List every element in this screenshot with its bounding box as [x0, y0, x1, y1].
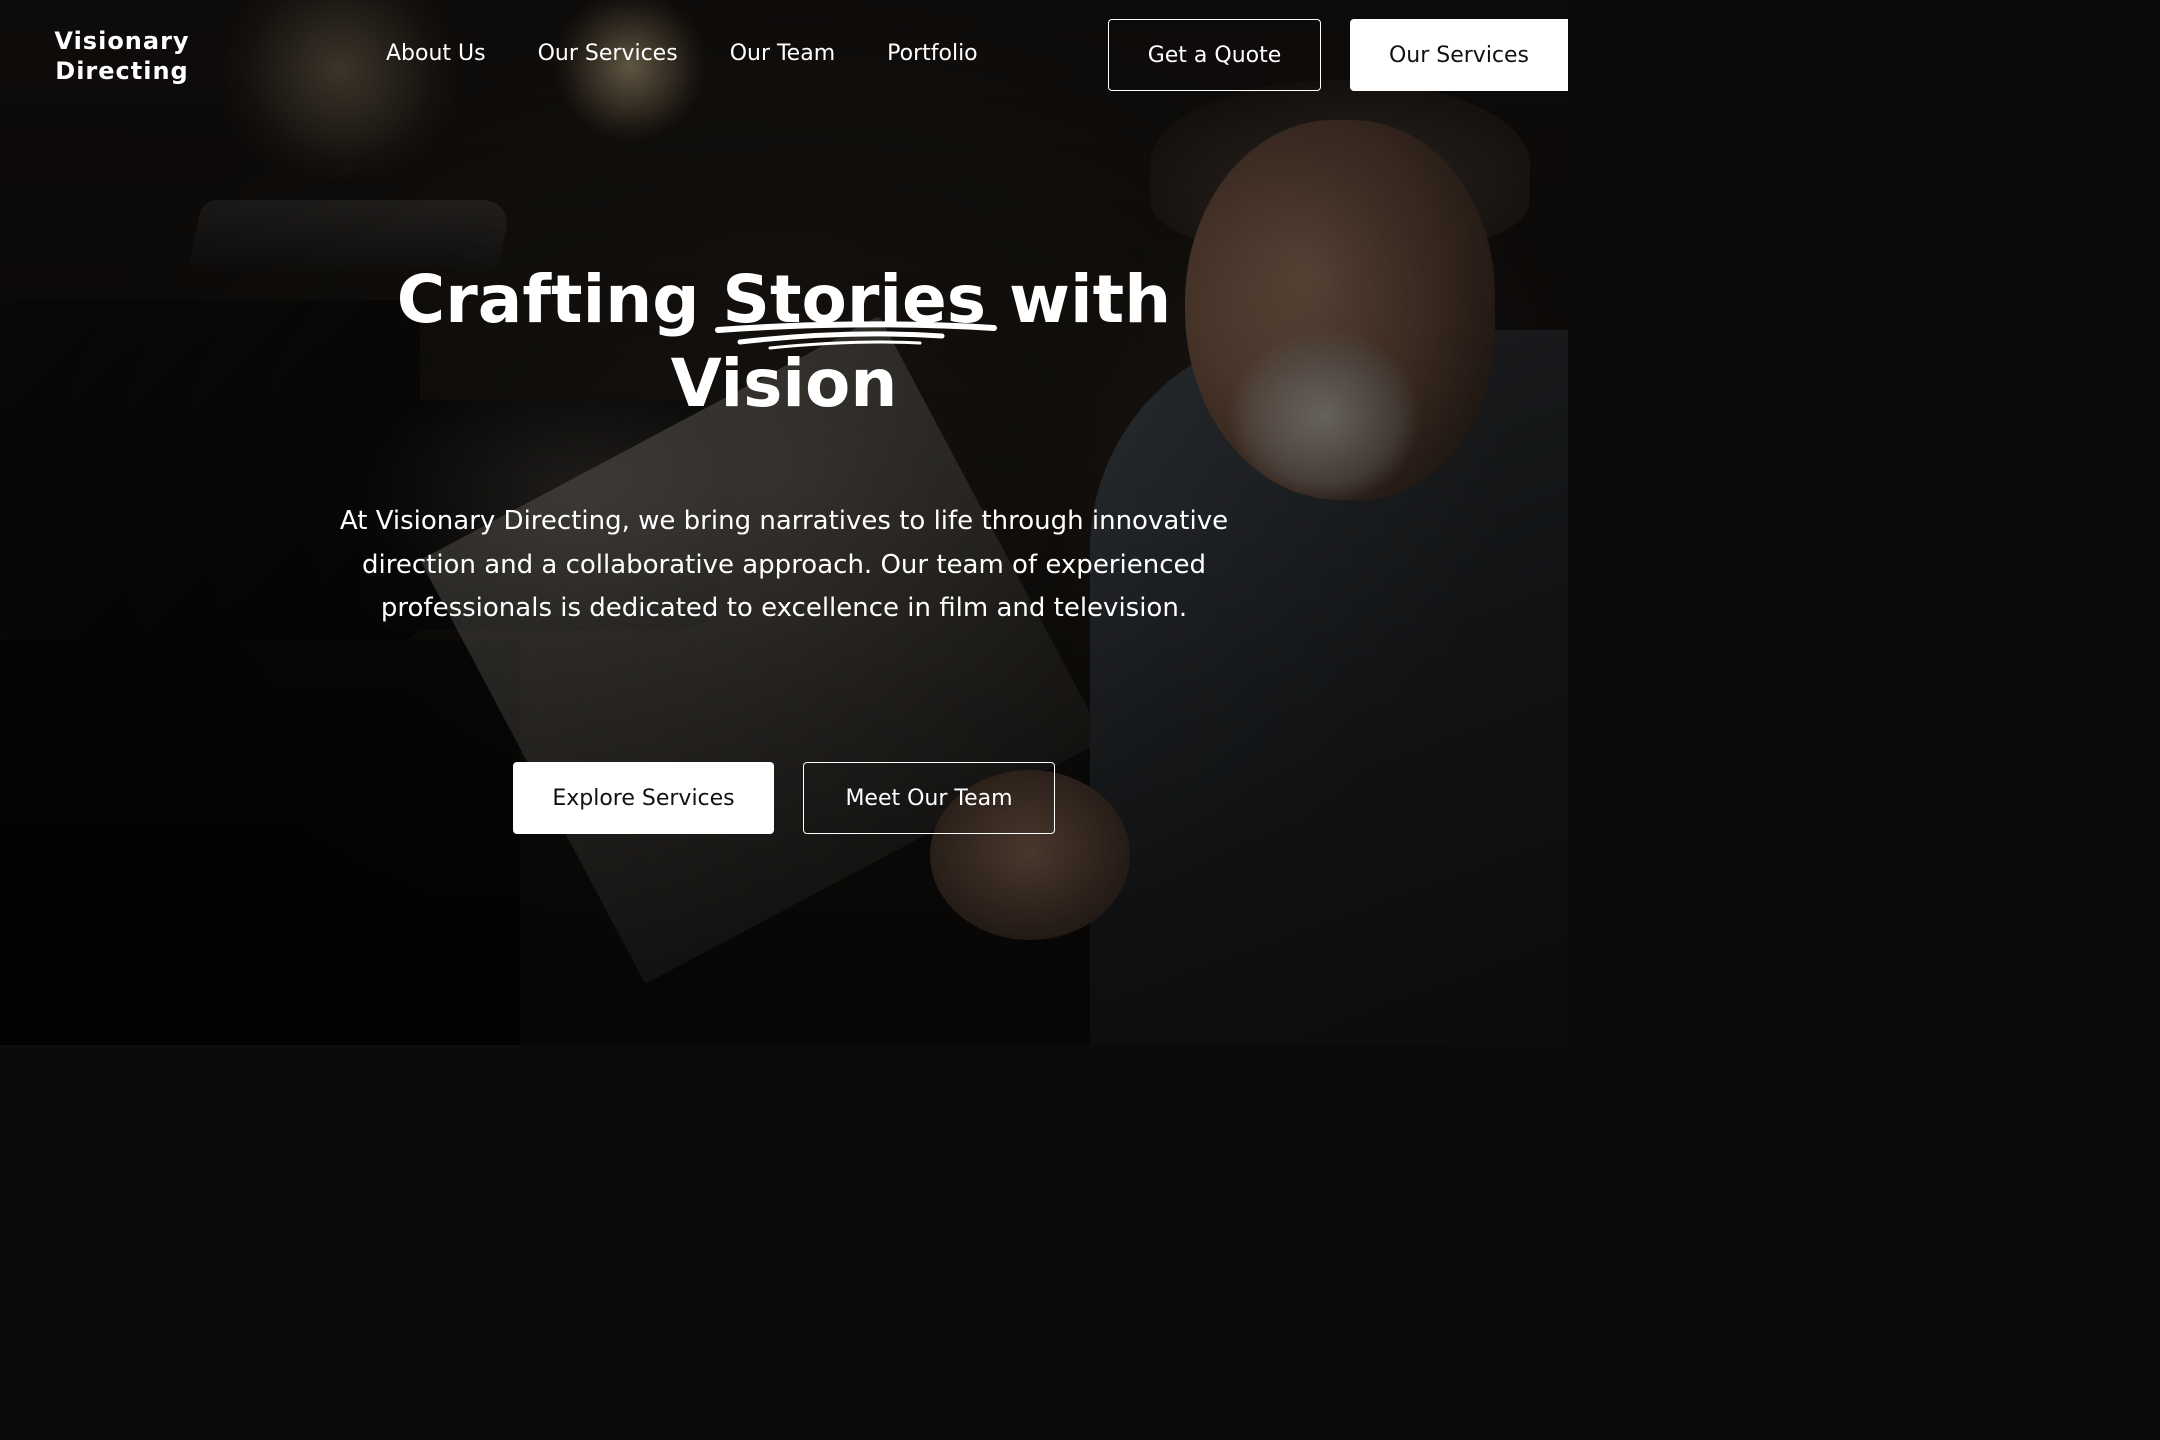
- hero-title-before: Crafting: [396, 261, 723, 338]
- hero-title-after: with: [986, 261, 1172, 338]
- nav-link-our-team[interactable]: Our Team: [730, 38, 835, 70]
- hero-title-line-1: Crafting Stories with: [334, 258, 1234, 350]
- hero-title: Crafting Stories with Vision: [334, 258, 1234, 426]
- hero-title-highlight: Stories: [715, 258, 998, 350]
- hero-title-line-2: Vision: [670, 345, 898, 422]
- site-logo[interactable]: Visionary Directing: [46, 26, 198, 86]
- nav-link-portfolio[interactable]: Portfolio: [887, 38, 978, 70]
- get-a-quote-button[interactable]: Get a Quote: [1108, 19, 1321, 91]
- logo-line-1: Visionary: [54, 27, 190, 55]
- meet-our-team-button[interactable]: Meet Our Team: [803, 762, 1055, 834]
- nav-link-about-us[interactable]: About Us: [386, 38, 486, 70]
- our-services-header-button[interactable]: Our Services: [1350, 19, 1568, 91]
- main-nav: About Us Our Services Our Team Portfolio: [386, 38, 1030, 70]
- nav-link-our-services[interactable]: Our Services: [538, 38, 678, 70]
- hero-description: At Visionary Directing, we bring narrati…: [339, 506, 1229, 623]
- brush-underline-icon: [715, 321, 998, 350]
- explore-services-button[interactable]: Explore Services: [513, 762, 774, 834]
- landing-page: Visionary Directing About Us Our Service…: [0, 0, 1568, 1045]
- logo-line-2: Directing: [55, 57, 189, 85]
